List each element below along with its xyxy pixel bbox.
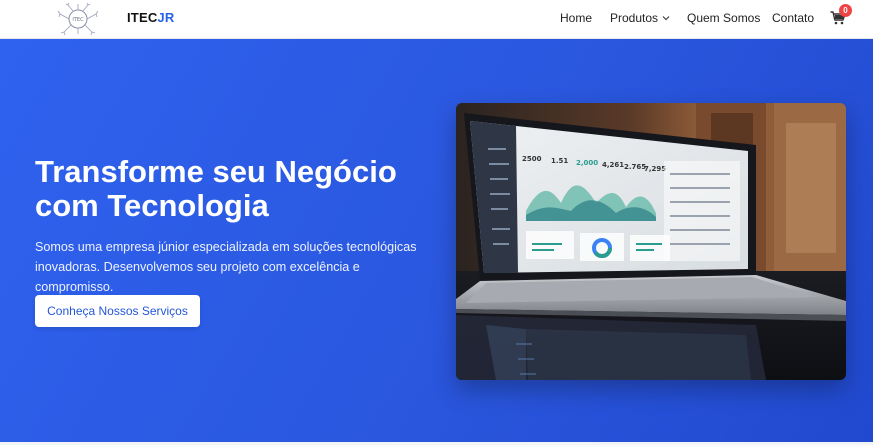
hero-title: Transforme seu Negócio com Tecnologia [35,154,397,223]
nav-item-quem-somos[interactable]: Quem Somos [687,11,760,25]
dashboard-stat-2: 1.51 [551,157,568,165]
itec-logo-icon[interactable]: ITEC [56,2,100,36]
dashboard-stat-5: 2.765 [624,163,646,171]
svg-text:ITEC: ITEC [72,17,84,23]
nav-item-home[interactable]: Home [560,11,592,25]
brand-accent: JR [157,10,175,25]
brand-name[interactable]: ITECJR [127,10,174,25]
cart-count-badge: 0 [839,4,852,17]
dashboard-stat-1: 2500 [522,155,542,163]
dashboard-stat-6: 7,295 [644,165,666,173]
hero-subtitle: Somos uma empresa júnior especializada e… [35,240,417,294]
dashboard-stat-3: 2,000 [576,159,598,167]
laptop-dashboard-photo: 2500 1.51 2,000 4,261 2.765 7,295 [456,103,846,380]
services-cta-button[interactable]: Conheça Nossos Serviços [35,295,200,327]
nav-item-produtos-label: Produtos [610,11,659,25]
nav-item-produtos[interactable]: Produtos [610,11,670,25]
brand-main: ITEC [127,10,158,25]
dashboard-stat-4: 4,261 [602,161,624,169]
top-navbar: ITEC ITECJR Home Produtos Quem Somos Con… [0,0,873,39]
nav-item-contato[interactable]: Contato [772,11,814,25]
chevron-down-icon [662,16,670,21]
